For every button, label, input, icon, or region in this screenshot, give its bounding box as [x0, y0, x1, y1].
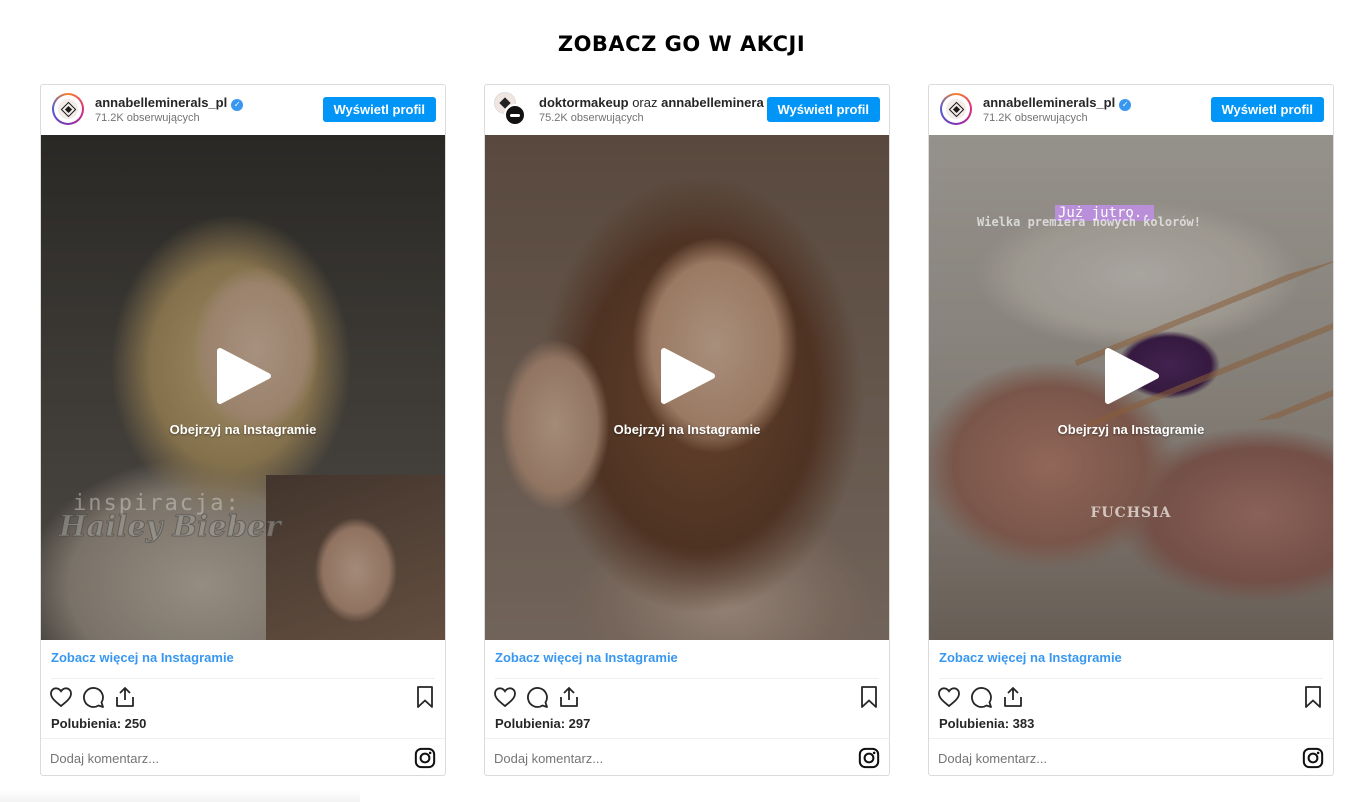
comment-row — [929, 738, 1333, 775]
comment-input[interactable] — [938, 751, 1258, 766]
bookmark-icon[interactable] — [1301, 685, 1325, 709]
instagram-icon[interactable] — [1302, 747, 1324, 769]
follower-count: 71.2K obserwujących — [983, 112, 1088, 124]
likes-count: Polubienia: 383 — [939, 716, 1035, 731]
post-header: doktormakeup oraz annabelleminera 75.2K … — [485, 85, 889, 135]
post-video[interactable]: Obejrzyj na Instagramie — [485, 135, 889, 640]
instagram-icon[interactable] — [414, 747, 436, 769]
follower-count: 71.2K obserwujących — [95, 112, 200, 124]
verified-badge-icon: ✓ — [1119, 99, 1132, 111]
post-video[interactable]: inspiracja: Hailey Bieber Obejrzyj na In… — [41, 135, 445, 640]
share-icon[interactable] — [113, 685, 137, 709]
post-video[interactable]: Już jutro.. Wielka premiera nowych kolor… — [929, 135, 1333, 640]
share-icon[interactable] — [1001, 685, 1025, 709]
collab-avatars[interactable] — [494, 92, 526, 126]
view-profile-button[interactable]: Wyświetl profil — [322, 97, 436, 122]
instagram-post-card: annabelleminerals_pl ✓ 71.2K obserwującyc… — [40, 84, 446, 776]
comment-icon[interactable] — [969, 685, 993, 709]
divider — [495, 678, 879, 679]
comment-icon[interactable] — [81, 685, 105, 709]
likes-count: Polubienia: 250 — [51, 716, 147, 731]
page-bottom-edge — [0, 790, 360, 802]
username-text[interactable]: annabelleminerals_pl — [983, 95, 1115, 110]
likes-count: Polubienia: 297 — [495, 716, 591, 731]
video-overlay-text: Hailey Bieber — [59, 509, 282, 544]
comment-row — [41, 738, 445, 775]
heart-icon[interactable] — [493, 685, 517, 709]
divider — [939, 678, 1323, 679]
play-icon[interactable] — [658, 347, 716, 405]
see-more-link[interactable]: Zobacz więcej na Instagramie — [495, 650, 678, 665]
bookmark-icon[interactable] — [413, 685, 437, 709]
post-header: annabelleminerals_pl ✓ 71.2K obserwującyc… — [41, 85, 445, 135]
heart-icon[interactable] — [937, 685, 961, 709]
watch-on-instagram-label[interactable]: Obejrzyj na Instagramie — [41, 422, 445, 437]
profile-avatar[interactable] — [52, 93, 84, 125]
video-overlay-text: FUCHSIA — [1090, 505, 1172, 521]
verified-badge-icon: ✓ — [231, 99, 244, 111]
username-text[interactable]: annabelleminerals_pl — [95, 95, 227, 110]
bookmark-icon[interactable] — [857, 685, 881, 709]
play-icon[interactable] — [214, 347, 272, 405]
post-header: annabelleminerals_pl ✓ 71.2K obserwującyc… — [929, 85, 1333, 135]
view-profile-button[interactable]: Wyświetl profil — [766, 97, 880, 122]
section-title: ZOBACZ GO W AKCJI — [557, 32, 806, 56]
share-icon[interactable] — [557, 685, 581, 709]
post-actions — [937, 685, 1325, 711]
collab-username-text[interactable]: annabelleminera — [661, 95, 764, 110]
play-icon[interactable] — [1102, 347, 1160, 405]
heart-icon[interactable] — [49, 685, 73, 709]
collab-connector: oraz — [628, 95, 662, 110]
post-actions — [49, 685, 437, 711]
divider — [51, 678, 435, 679]
watch-on-instagram-label[interactable]: Obejrzyj na Instagramie — [485, 422, 889, 437]
instagram-post-card: annabelleminerals_pl ✓ 71.2K obserwującyc… — [928, 84, 1334, 776]
view-profile-button[interactable]: Wyświetl profil — [1210, 97, 1324, 122]
profile-avatar[interactable] — [940, 93, 972, 125]
comment-input[interactable] — [494, 751, 814, 766]
post-username[interactable]: doktormakeup oraz annabelleminera — [539, 95, 764, 110]
watch-on-instagram-label[interactable]: Obejrzyj na Instagramie — [929, 422, 1333, 437]
post-username[interactable]: annabelleminerals_pl ✓ — [95, 95, 244, 111]
see-more-link[interactable]: Zobacz więcej na Instagramie — [51, 650, 234, 665]
post-actions — [493, 685, 881, 711]
instagram-icon[interactable] — [858, 747, 880, 769]
video-overlay-text: Wielka premiera nowych kolorów! — [977, 215, 1201, 229]
comment-icon[interactable] — [525, 685, 549, 709]
comment-input[interactable] — [50, 751, 370, 766]
profile-avatar[interactable] — [504, 104, 526, 126]
see-more-link[interactable]: Zobacz więcej na Instagramie — [939, 650, 1122, 665]
post-username[interactable]: annabelleminerals_pl ✓ — [983, 95, 1132, 111]
instagram-post-card: doktormakeup oraz annabelleminera 75.2K … — [484, 84, 890, 776]
comment-row — [485, 738, 889, 775]
follower-count: 75.2K obserwujących — [539, 112, 644, 124]
username-text[interactable]: doktormakeup — [539, 95, 629, 110]
